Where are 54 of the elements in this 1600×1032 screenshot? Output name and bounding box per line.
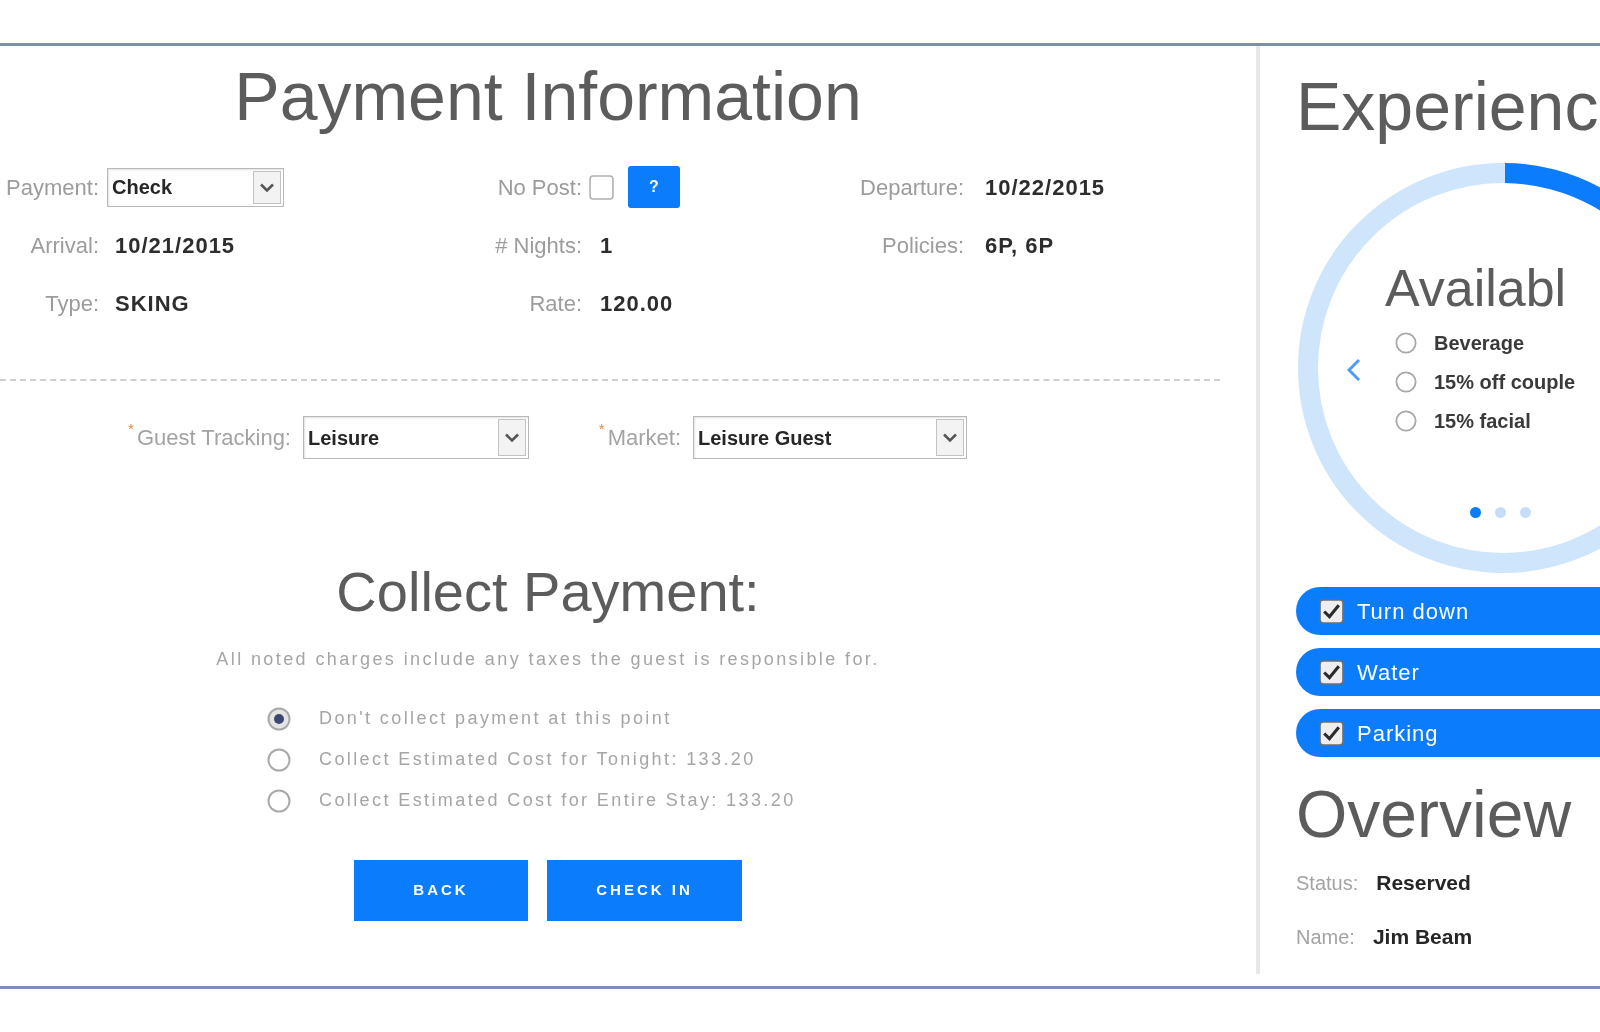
carousel-title: Availabl [1385, 262, 1568, 314]
field-value: 1 [600, 232, 614, 258]
option-label: Collect Estimated Cost for Entire Stay: 133.20 [319, 789, 796, 812]
checkbox[interactable] [1319, 659, 1344, 685]
field-label: # Nights: [495, 231, 582, 260]
dropdown[interactable]: Leisure Guest [693, 416, 967, 459]
field-value: 10/22/2015 [985, 174, 1106, 200]
field-value: Reserved [1376, 870, 1471, 897]
field-label: No Post: [497, 173, 582, 202]
checkbox[interactable] [1319, 720, 1344, 746]
chevron-down-icon[interactable] [936, 419, 964, 456]
field-label: Rate: [529, 289, 582, 318]
field-value: 120.00 [600, 290, 674, 316]
amenity-toggle[interactable]: Water [1296, 648, 1600, 696]
radio-button[interactable] [267, 788, 291, 813]
radio-button[interactable] [267, 747, 291, 772]
required-mark: * [128, 421, 134, 436]
help-button[interactable]: ? [628, 166, 680, 208]
checkbox[interactable] [1319, 598, 1344, 624]
required-mark: * [598, 421, 605, 436]
dropdown[interactable]: Check [107, 167, 284, 207]
radio-button[interactable] [1395, 409, 1417, 432]
radio-button[interactable] [1395, 331, 1417, 354]
field-label: Arrival: [30, 231, 99, 260]
option-label: 15% facial [1434, 408, 1531, 434]
back-button[interactable]: BACK [354, 860, 528, 921]
amenity-toggle[interactable]: Parking [1296, 709, 1600, 757]
option-label: Collect Estimated Cost for Tonight: 133.20 [319, 748, 756, 771]
radio-button[interactable] [267, 706, 291, 731]
field-value: Jim Beam [1372, 924, 1473, 951]
chevron-down-icon[interactable] [253, 170, 281, 204]
option-label: Don't collect payment at this point [319, 707, 672, 730]
section-title: Overview [1296, 781, 1573, 847]
chevron-left-icon[interactable] [1347, 358, 1361, 382]
amenity-toggle[interactable]: Turn down [1296, 587, 1600, 635]
option-label: 15% off couple [1434, 369, 1576, 395]
field-label: Guest Tracking: [136, 424, 291, 452]
field-label: Type: [45, 289, 99, 318]
field-label: Departure: [860, 173, 964, 202]
field-value: 6P, 6P [985, 232, 1055, 258]
check-in-button[interactable]: CHECK IN [547, 860, 742, 921]
field-label: Payment: [6, 173, 99, 202]
checkbox[interactable] [589, 174, 614, 200]
field-value: 10/21/2015 [115, 232, 236, 258]
field-label: Status: [1296, 871, 1359, 896]
field-value: SKING [115, 290, 190, 316]
note-text: All noted charges include any taxes the guest is responsible for. [216, 648, 880, 670]
dropdown[interactable]: Leisure [303, 416, 529, 459]
field-label: Market: [607, 424, 681, 452]
field-label: Policies: [882, 231, 964, 260]
radio-button[interactable] [1395, 370, 1417, 393]
field-label: Name: [1296, 925, 1355, 950]
chevron-down-icon[interactable] [498, 419, 526, 456]
option-label: Beverage [1434, 330, 1525, 356]
